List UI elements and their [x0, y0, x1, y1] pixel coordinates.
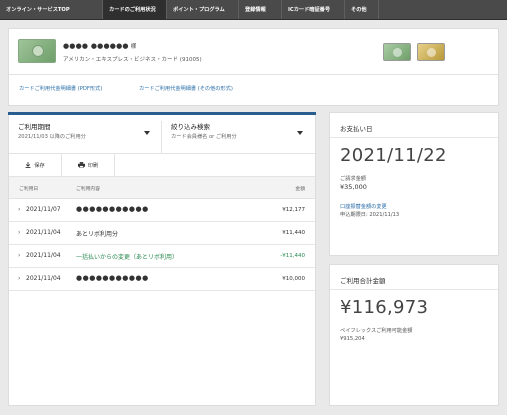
payflex-amount: ¥915,204	[340, 336, 365, 342]
divider	[9, 74, 498, 75]
divider	[161, 121, 162, 153]
row-description: ●●●●●●●●●●●	[76, 205, 149, 213]
filter-sub: カード会員様名 or ご利用分	[171, 134, 237, 140]
billed-amount: ¥35,000	[340, 183, 367, 191]
application-deadline: 申込期限日: 2021/11/13	[340, 212, 400, 218]
chevron-down-icon	[297, 131, 303, 135]
row-amount: -¥11,440	[280, 253, 305, 259]
member-name: ●●●● ●●●●●● 様	[63, 42, 136, 50]
chevron-right-icon: ›	[18, 206, 21, 213]
table-header: ご利用日 ご利用内容 金額	[9, 177, 315, 199]
divider	[330, 289, 498, 290]
printer-icon	[77, 162, 85, 168]
filter-label: 絞り込み検索	[171, 123, 210, 131]
download-icon	[25, 162, 31, 168]
honorific: 様	[130, 44, 137, 50]
print-button[interactable]: 印刷	[62, 154, 115, 176]
table-row[interactable]: › 2021/11/04 一括払いからの変更（あとリボ利用） -¥11,440	[9, 245, 315, 268]
tab-registration-info[interactable]: 登録情報	[239, 0, 282, 19]
change-debit-amount-link[interactable]: 口座振替金額の変更	[340, 203, 387, 210]
payflex-label: ペイフレックスご利用可能金額	[340, 328, 413, 334]
tab-label: オンライン・サービスTOP	[6, 7, 70, 13]
print-label: 印刷	[87, 162, 99, 169]
row-date: 2021/11/07	[26, 206, 61, 213]
payment-date: 2021/11/22	[340, 145, 447, 166]
row-amount: ¥11,440	[282, 230, 305, 236]
statement-other-link[interactable]: カードご利用代金明細書 (その他の形式)	[139, 85, 233, 92]
panel-accent-bar	[8, 112, 316, 115]
column-amount: 金額	[295, 187, 305, 192]
tab-label: ポイント・プログラム	[173, 7, 225, 13]
save-button[interactable]: 保存	[9, 154, 62, 176]
chevron-right-icon: ›	[18, 252, 21, 259]
column-description: ご利用内容	[76, 187, 100, 192]
payment-title: お支払い日	[340, 125, 373, 133]
total-usage-panel: ご利用合計金額 ¥116,973 ペイフレックスご利用可能金額 ¥915,204	[329, 264, 499, 406]
row-description: あとリボ利用分	[76, 231, 119, 238]
table-row[interactable]: › 2021/11/07 ●●●●●●●●●●● ¥12,177	[9, 199, 315, 222]
tab-other[interactable]: その他	[345, 0, 379, 19]
row-date: 2021/11/04	[26, 275, 61, 282]
tab-online-service-top[interactable]: オンライン・サービスTOP	[0, 0, 103, 19]
card-image	[18, 39, 56, 63]
action-bar: 保存 印刷	[9, 153, 315, 177]
card-switch-gold[interactable]	[417, 43, 445, 61]
chevron-right-icon: ›	[18, 229, 21, 236]
card-info-panel: ●●●● ●●●●●● 様 アメリカン・エキスプレス・ビジネス・カード (9100…	[8, 28, 499, 106]
row-description: 一括払いからの変更（あとリボ利用）	[76, 254, 179, 261]
total-title: ご利用合計金額	[340, 277, 386, 285]
table-row[interactable]: › 2021/11/04 ●●●●●●●●●●● ¥10,000	[9, 268, 315, 291]
usage-panel: ご利用期間 2021/11/03 以降のご利用分 絞り込み検索 カード会員様名 …	[8, 112, 316, 406]
total-amount: ¥116,973	[340, 297, 429, 318]
tab-card-usage[interactable]: カードのご利用状況	[103, 0, 167, 19]
table-row[interactable]: › 2021/11/04 あとリボ利用分 ¥11,440	[9, 222, 315, 245]
payment-date-panel: お支払い日 2021/11/22 ご請求金額 ¥35,000 口座振替金額の変更…	[329, 112, 499, 256]
divider	[330, 137, 498, 138]
chevron-down-icon	[144, 131, 150, 135]
row-amount: ¥10,000	[282, 276, 305, 282]
tab-label: その他	[351, 7, 367, 13]
column-date: ご利用日	[19, 187, 39, 192]
nav-spacer	[379, 0, 507, 19]
row-date: 2021/11/04	[26, 229, 61, 236]
top-navigation: オンライン・サービスTOP カードのご利用状況 ポイント・プログラム 登録情報 …	[0, 0, 507, 20]
row-date: 2021/11/04	[26, 252, 61, 259]
chevron-right-icon: ›	[18, 275, 21, 282]
row-description: ●●●●●●●●●●●	[76, 274, 149, 282]
tab-label: カードのご利用状況	[109, 7, 156, 13]
billed-label: ご請求金額	[340, 176, 366, 182]
statement-pdf-link[interactable]: カードご利用代金明細書 (PDF形式)	[19, 85, 102, 92]
card-switch-green[interactable]	[383, 43, 411, 61]
tab-label: ICカード暗証番号	[288, 7, 331, 13]
period-label: ご利用期間	[18, 123, 51, 131]
member-name-text: ●●●● ●●●●●●	[63, 42, 129, 50]
card-name: アメリカン・エキスプレス・ビジネス・カード (91005)	[63, 57, 202, 63]
period-value: 2021/11/03 以降のご利用分	[18, 134, 86, 140]
tab-label: 登録情報	[245, 7, 266, 13]
tab-point-program[interactable]: ポイント・プログラム	[167, 0, 239, 19]
filter-search[interactable]: 絞り込み検索 カード会員様名 or ご利用分	[171, 121, 311, 157]
period-selector[interactable]: ご利用期間 2021/11/03 以降のご利用分	[18, 121, 158, 157]
row-amount: ¥12,177	[282, 207, 305, 213]
tab-ic-pin[interactable]: ICカード暗証番号	[282, 0, 345, 19]
save-label: 保存	[34, 162, 45, 169]
